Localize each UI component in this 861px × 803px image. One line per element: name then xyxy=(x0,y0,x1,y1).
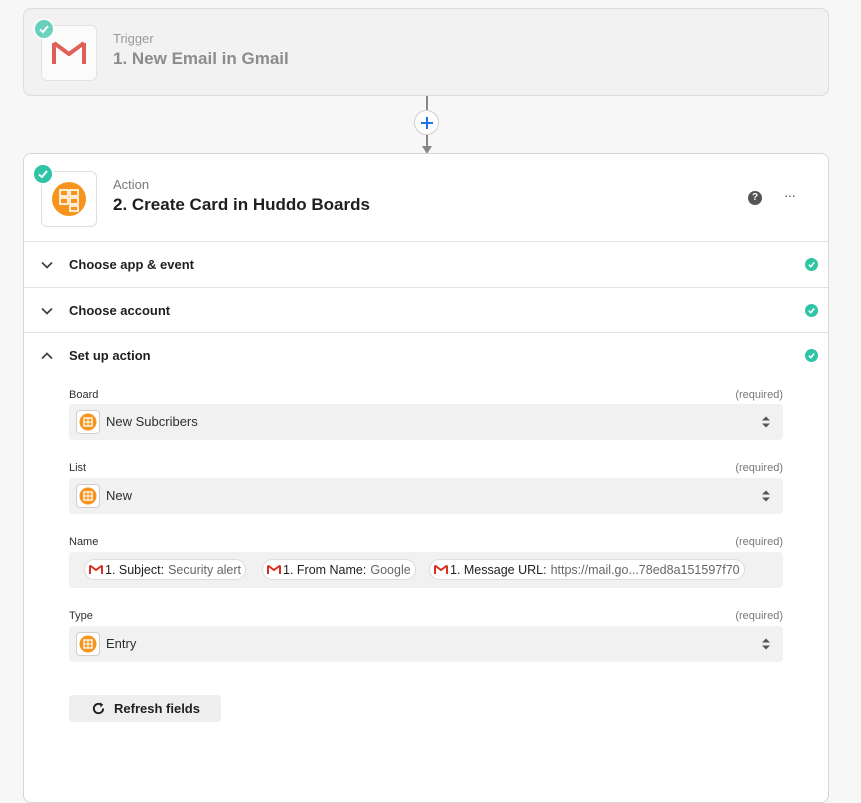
select-updown-icon xyxy=(762,490,770,502)
plus-icon xyxy=(420,116,433,129)
huddo-boards-icon xyxy=(76,484,100,508)
section-choose-app-event[interactable]: Choose app & event xyxy=(24,241,828,287)
section-complete-check-icon xyxy=(805,304,818,317)
chevron-down-icon xyxy=(41,307,53,315)
message-url-token-pill[interactable]: 1. Message URL: https://mail.go...78ed8a… xyxy=(429,559,745,580)
action-title: 2. Create Card in Huddo Boards xyxy=(113,195,370,214)
gmail-icon xyxy=(267,564,281,574)
gmail-icon xyxy=(89,564,103,574)
section-complete-check-icon xyxy=(805,258,818,271)
token-key: 1. Subject: xyxy=(105,562,165,577)
huddo-boards-icon xyxy=(76,632,100,656)
type-required-label: (required) xyxy=(735,610,783,622)
board-value: New Subcribers xyxy=(106,414,198,429)
section-label: Set up action xyxy=(69,348,151,363)
board-select[interactable]: New Subcribers xyxy=(69,404,783,440)
help-icon[interactable]: ? xyxy=(748,191,762,205)
trigger-kind-label: Trigger xyxy=(113,31,154,46)
section-set-up-action[interactable]: Set up action xyxy=(24,332,828,378)
chevron-up-icon xyxy=(41,352,53,360)
connector-line-top xyxy=(426,96,428,110)
type-select[interactable]: Entry xyxy=(69,626,783,662)
action-step-card: Action 2. Create Card in Huddo Boards ? … xyxy=(23,153,829,803)
section-label: Choose account xyxy=(69,303,171,318)
gmail-icon xyxy=(52,41,86,64)
board-required-label: (required) xyxy=(735,389,783,401)
list-field-label: List xyxy=(69,462,87,474)
token-key: 1. Message URL: xyxy=(450,562,547,577)
list-select[interactable]: New xyxy=(69,478,783,514)
from-name-token-pill[interactable]: 1. From Name: Google xyxy=(262,559,416,580)
select-updown-icon xyxy=(762,638,770,650)
token-value: Security alert xyxy=(168,562,242,577)
select-updown-icon xyxy=(762,416,770,428)
gmail-icon xyxy=(434,564,448,574)
type-value: Entry xyxy=(106,636,137,651)
type-field-label: Type xyxy=(69,610,93,622)
subject-token-pill[interactable]: 1. Subject: Security alert xyxy=(84,559,247,580)
name-required-label: (required) xyxy=(735,536,783,548)
action-complete-check-icon xyxy=(32,163,54,185)
chevron-down-icon xyxy=(41,261,53,269)
refresh-icon xyxy=(92,702,105,715)
trigger-step-card[interactable]: Trigger 1. New Email in Gmail xyxy=(23,8,829,96)
huddo-boards-icon xyxy=(76,410,100,434)
board-field-label: Board xyxy=(69,389,99,401)
refresh-fields-button[interactable]: Refresh fields xyxy=(69,695,221,722)
token-value: https://mail.go...78ed8a151597f70 xyxy=(550,562,740,577)
name-field-label: Name xyxy=(69,536,99,548)
list-value: New xyxy=(106,488,133,503)
token-value: Google xyxy=(370,562,411,577)
add-step-button[interactable] xyxy=(414,110,439,135)
name-input[interactable]: 1. Subject: Security alert 1. From Name:… xyxy=(69,552,783,588)
more-options-icon[interactable]: ··· xyxy=(784,187,796,203)
huddo-boards-icon xyxy=(52,182,86,216)
action-kind-label: Action xyxy=(113,177,150,192)
list-required-label: (required) xyxy=(735,462,783,474)
trigger-title: 1. New Email in Gmail xyxy=(113,49,289,68)
section-label: Choose app & event xyxy=(69,257,194,272)
refresh-fields-label: Refresh fields xyxy=(114,701,200,716)
token-key: 1. From Name: xyxy=(283,562,367,577)
section-complete-check-icon xyxy=(805,349,818,362)
section-choose-account[interactable]: Choose account xyxy=(24,287,828,333)
trigger-complete-check-icon xyxy=(33,18,55,40)
